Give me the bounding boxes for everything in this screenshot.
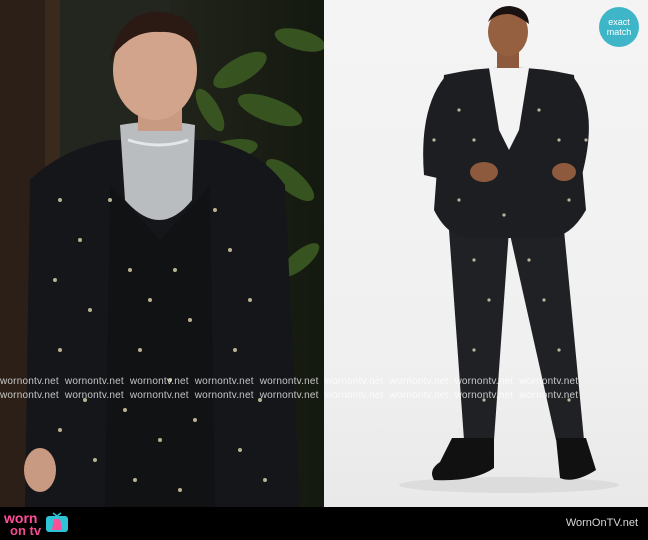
badge-line2: match xyxy=(606,27,632,37)
watermark-text: wornontv.net xyxy=(519,390,579,401)
watermark-text: wornontv.net xyxy=(389,390,449,401)
watermark-row: wornontv.net wornontv.net wornontv.net w… xyxy=(0,390,648,404)
watermark-text: wornontv.net xyxy=(129,390,189,401)
watermark-text: wornontv.net xyxy=(194,376,254,387)
product-photo xyxy=(324,0,648,507)
footer-site-link[interactable]: WornOnTV.net xyxy=(566,517,638,529)
product-illustration xyxy=(399,6,619,493)
brand-line2: on tv xyxy=(10,522,42,538)
brand-logo[interactable]: worn on tv xyxy=(4,510,69,538)
watermark-text: wornontv.net xyxy=(129,376,189,387)
watermark-text: wornontv.net xyxy=(194,390,254,401)
watermark-text: wornontv.net xyxy=(259,376,319,387)
brand-wordmark: worn on tv xyxy=(4,511,42,538)
badge-line1: exact xyxy=(608,17,630,27)
watermark-text: wornontv.net xyxy=(64,376,124,387)
watermark-text: wornontv.net xyxy=(0,390,59,401)
watermark-text: wornontv.net xyxy=(64,390,124,401)
tv-dress-icon xyxy=(46,512,69,532)
watermark-text: wornontv.net xyxy=(519,376,579,387)
watermark-text: wornontv.net xyxy=(0,376,59,387)
watermark-text: wornontv.net xyxy=(259,390,319,401)
watermark-text: wornontv.net xyxy=(454,376,514,387)
tv-still-illustration xyxy=(0,0,324,507)
tv-still-photo xyxy=(0,0,324,507)
exact-match-badge: exact match xyxy=(599,7,639,47)
watermark-text: wornontv.net xyxy=(454,390,514,401)
watermark-text: wornontv.net xyxy=(324,390,384,401)
watermark-text: wornontv.net xyxy=(324,376,384,387)
footer-bar xyxy=(0,507,648,540)
watermark-row: wornontv.net wornontv.net wornontv.net w… xyxy=(0,376,648,390)
watermark-text: wornontv.net xyxy=(389,376,449,387)
